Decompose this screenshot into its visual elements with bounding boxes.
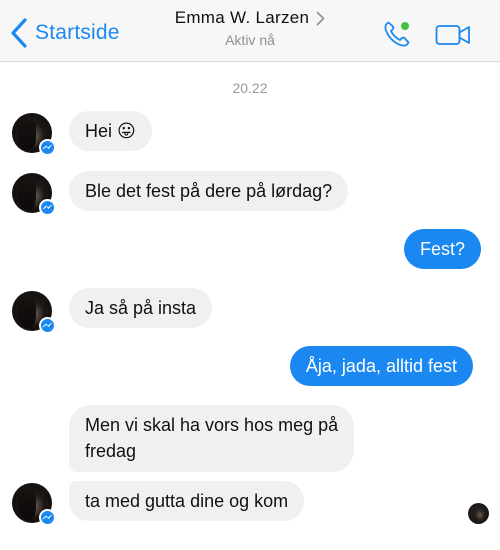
online-indicator	[401, 22, 409, 30]
message-bubble-incoming[interactable]: ta med gutta dine og kom	[69, 481, 305, 521]
chevron-left-icon	[11, 18, 27, 48]
message-bubble-outgoing[interactable]: Åja, jada, alltid fest	[289, 346, 473, 386]
message-timestamp: 20.22	[232, 80, 268, 96]
messenger-badge-icon	[39, 317, 56, 334]
read-receipt-avatar	[468, 503, 489, 524]
message-line: Men vi skal ha vors hos meg på	[85, 415, 339, 435]
contact-info-button[interactable]: Emma W. Larzen Aktiv nå	[140, 8, 360, 48]
contact-avatar[interactable]	[12, 173, 56, 216]
video-camera-icon[interactable]	[435, 22, 471, 48]
message-bubble-incoming[interactable]: Ble det fest på dere på lørdag?	[69, 171, 349, 211]
message-bubble-outgoing[interactable]: Fest?	[403, 229, 481, 269]
message-bubble-incoming[interactable]: Ja så på insta	[69, 288, 213, 328]
message-bubble-incoming[interactable]: Hei 😛	[69, 111, 152, 151]
conversation-header: Startside Emma W. Larzen Aktiv nå	[0, 0, 500, 62]
back-button[interactable]: Startside	[8, 16, 120, 50]
message-bubble-incoming[interactable]: Men vi skal ha vors hos meg på fredag	[69, 405, 355, 472]
contact-name: Emma W. Larzen	[174, 8, 310, 27]
phone-icon[interactable]	[381, 18, 413, 50]
back-label: Startside	[35, 21, 120, 44]
contact-avatar[interactable]	[12, 483, 56, 526]
contact-avatar[interactable]	[12, 113, 56, 156]
message-line: fredag	[85, 441, 137, 461]
chevron-right-icon	[316, 11, 325, 25]
messenger-badge-icon	[39, 509, 56, 526]
messenger-badge-icon	[39, 139, 56, 156]
messenger-badge-icon	[39, 199, 56, 216]
contact-avatar[interactable]	[12, 291, 56, 334]
active-status: Aktiv nå	[225, 32, 275, 48]
